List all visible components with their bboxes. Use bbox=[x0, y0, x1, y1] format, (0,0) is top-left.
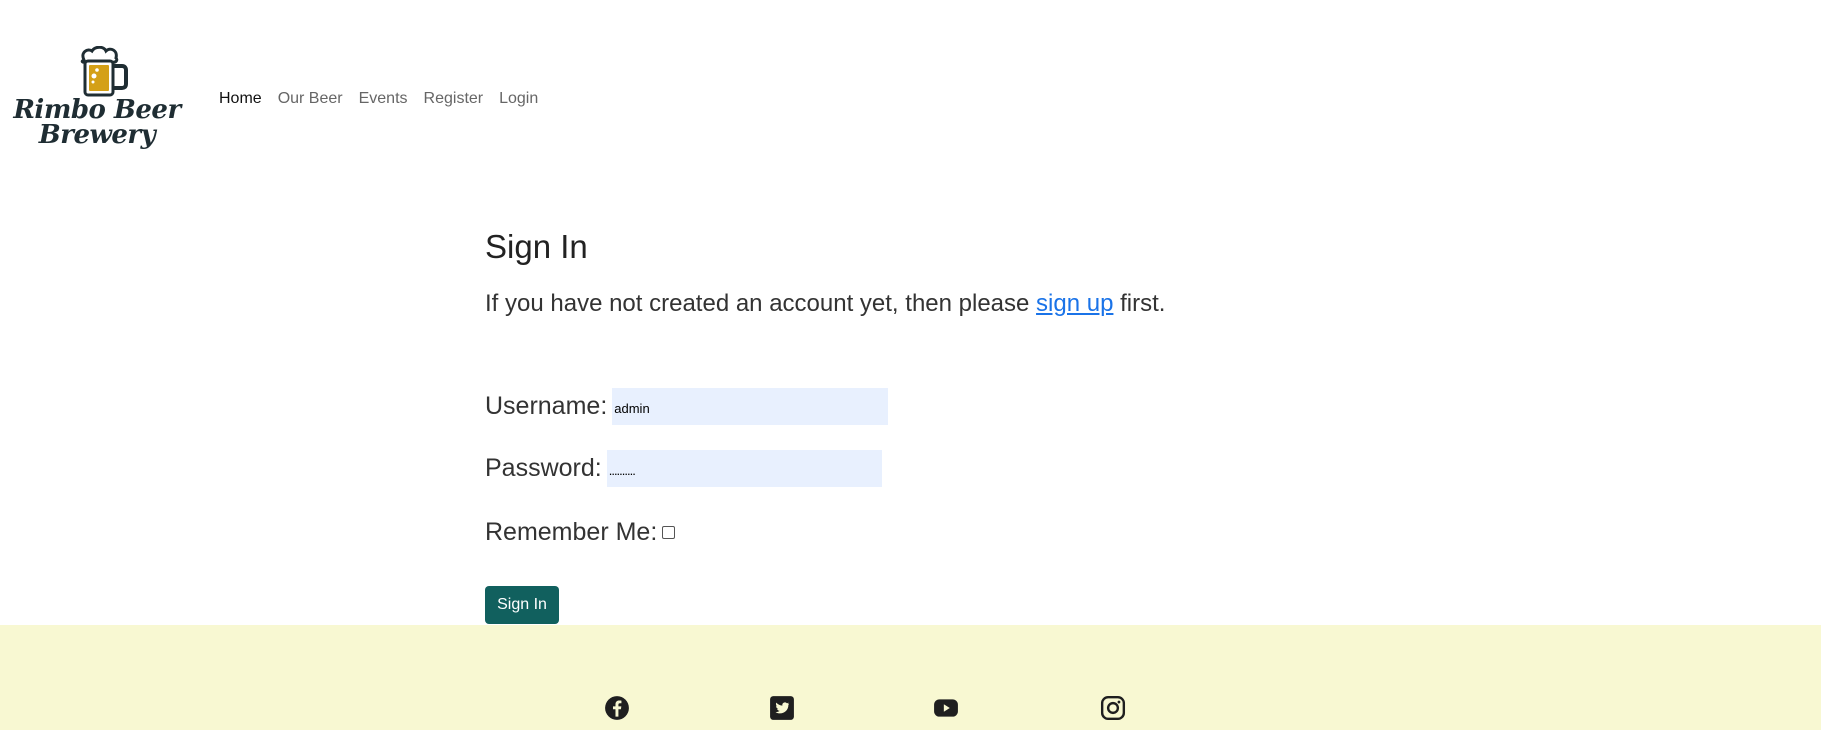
username-input[interactable] bbox=[612, 388, 889, 425]
nav-our-beer[interactable]: Our Beer bbox=[278, 90, 343, 108]
remember-row: Remember Me: bbox=[485, 518, 676, 547]
password-input[interactable] bbox=[606, 450, 882, 487]
username-label: Username: bbox=[485, 392, 608, 420]
brand-name: Rimbo Beer Brewery bbox=[12, 97, 182, 150]
beer-mug-icon bbox=[80, 46, 128, 97]
nav-events[interactable]: Events bbox=[359, 90, 408, 108]
signup-prompt-after: first. bbox=[1113, 290, 1166, 317]
signin-button[interactable]: Sign In bbox=[485, 586, 559, 624]
page-title: Sign In bbox=[485, 228, 588, 265]
remember-checkbox[interactable] bbox=[662, 526, 676, 539]
main-nav: Home Our Beer Events Register Login bbox=[219, 90, 538, 108]
site-header: Rimbo Beer Brewery Home Our Beer Events … bbox=[0, 0, 1821, 200]
twitter-icon[interactable] bbox=[769, 695, 795, 721]
facebook-icon[interactable] bbox=[604, 695, 630, 721]
password-row: Password: bbox=[485, 450, 882, 487]
signin-section: Sign In If you have not created an accou… bbox=[485, 228, 1385, 624]
nav-home[interactable]: Home bbox=[219, 90, 262, 108]
nav-login[interactable]: Login bbox=[499, 90, 538, 108]
signup-prompt: If you have not created an account yet, … bbox=[485, 290, 1385, 318]
username-row: Username: bbox=[485, 388, 889, 425]
signup-prompt-before: If you have not created an account yet, … bbox=[485, 290, 1037, 317]
instagram-icon[interactable] bbox=[1100, 695, 1126, 721]
brand-logo[interactable]: Rimbo Beer Brewery bbox=[12, 46, 182, 161]
nav-register[interactable]: Register bbox=[424, 90, 484, 108]
site-footer bbox=[0, 625, 1821, 730]
youtube-icon[interactable] bbox=[933, 695, 959, 721]
remember-label: Remember Me: bbox=[485, 518, 658, 546]
brand-name-line2: Brewery bbox=[38, 120, 156, 150]
signup-link[interactable]: sign up bbox=[1036, 290, 1113, 317]
password-label: Password: bbox=[485, 454, 602, 482]
